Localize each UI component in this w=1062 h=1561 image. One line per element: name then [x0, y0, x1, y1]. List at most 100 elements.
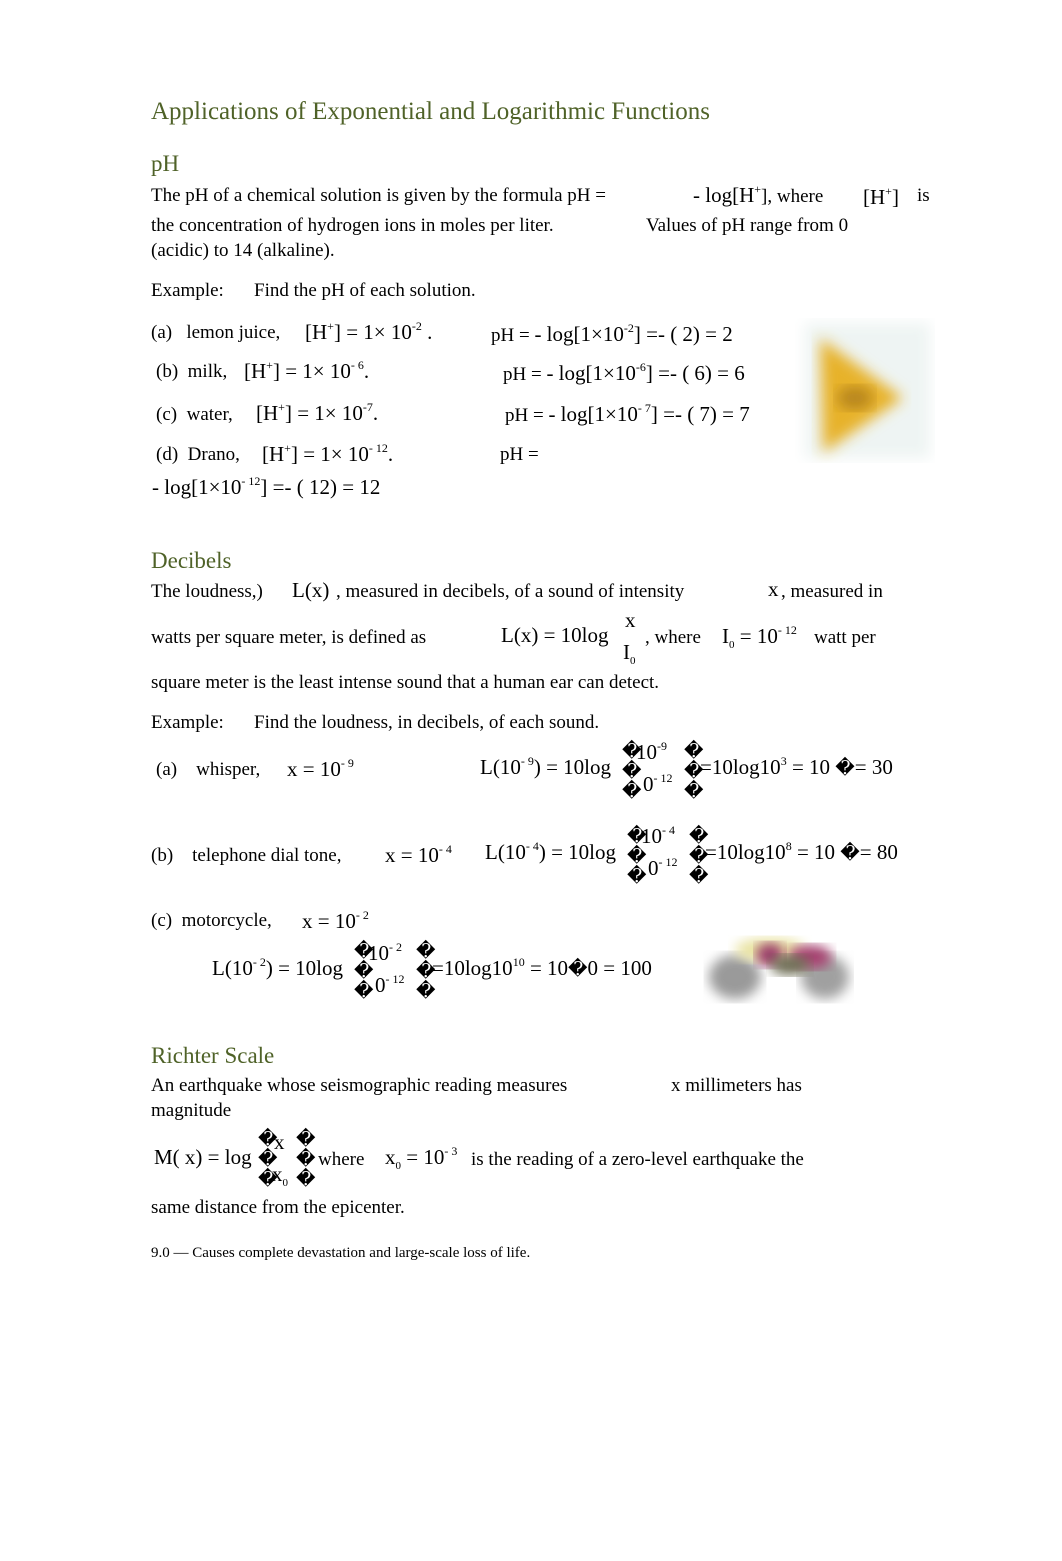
example-name: milk,	[187, 361, 228, 382]
h-sup: +	[885, 184, 892, 198]
x0: x	[385, 1145, 396, 1169]
richter-line1b: x millimeters has	[671, 1075, 802, 1096]
x-eq: x = 10	[287, 757, 341, 781]
motorcycle-image	[700, 915, 860, 1010]
decibels-where: , where	[645, 627, 701, 648]
conc: [H	[262, 442, 285, 466]
rest: 10log10	[716, 840, 786, 864]
rest2: = 10	[529, 956, 569, 980]
h-open: [H	[863, 185, 886, 209]
ph-label: pH =	[505, 405, 544, 426]
ph-example-b-conc: [H+] = 1× 10- 6.	[244, 358, 369, 384]
rest2: = 10	[791, 755, 831, 779]
conc-sup: +	[278, 400, 285, 414]
section-heading-decibels: Decibels	[151, 548, 232, 573]
calc-l: L(10	[485, 840, 526, 864]
x0-eq: = 10	[406, 1145, 445, 1169]
i0-exp: - 12	[777, 623, 797, 637]
richter-den: x0	[272, 1162, 288, 1189]
conc-exp: -7	[362, 400, 373, 414]
rest-exp: 3	[780, 754, 787, 768]
decibels-line1-x: x	[768, 577, 779, 601]
calc-l-exp: - 4	[525, 839, 539, 853]
calc-l: L(10	[480, 755, 521, 779]
x-exp: - 4	[438, 842, 452, 856]
ph-example-a: (a) lemon juice,	[151, 322, 280, 344]
db-example-c-x: x = 10- 2	[302, 908, 369, 934]
ph-intro-line2b: Values of pH range from 0	[646, 215, 849, 236]
richter-num: x	[274, 1130, 285, 1154]
num-exp: - 4	[662, 823, 675, 837]
db-b-den: 0- 12	[648, 855, 678, 881]
bracket-glyph-br: �	[296, 1169, 316, 1190]
times-glyph: �	[835, 758, 855, 779]
example-label: (c)	[151, 910, 173, 931]
bracket-glyph-bl: �	[627, 866, 647, 887]
ph-example-a-calc: pH = - log[1×10-2] =- ( 2) = 2	[491, 321, 733, 347]
ph-example-b-calc: pH = - log[1×10-6] =- ( 6) = 6	[503, 360, 745, 386]
example-name: Drano,	[187, 444, 240, 465]
decibels-line3: square meter is the least intense sound …	[151, 672, 660, 693]
example-name: motorcycle,	[181, 910, 272, 931]
richter-line3-rest: is the reading of a zero-level earthquak…	[471, 1149, 804, 1170]
conc-end: .	[387, 442, 394, 466]
ph-exp: - 7	[637, 401, 651, 415]
bracket-glyph-bl: �	[622, 781, 642, 802]
ph-example-label: Example:	[151, 280, 224, 301]
conc-exp: -2	[411, 319, 422, 333]
footnote: 9.0 — Causes complete devastation and la…	[151, 1245, 531, 1261]
db-a-num: 10-9	[636, 739, 667, 765]
ph-formula-close: ], where	[761, 186, 824, 207]
x-eq: x = 10	[302, 909, 356, 933]
db-a-den: 0- 12	[643, 771, 673, 797]
conc-end: .	[372, 401, 379, 425]
ph-formula: - log[H+], where	[693, 182, 824, 208]
num: 10	[636, 740, 657, 764]
db-example-b-x: x = 10- 4	[385, 842, 452, 868]
rest3: = 30	[854, 755, 893, 779]
ph-formula-sup: +	[754, 182, 762, 196]
ph-calc: - log[1×10	[152, 475, 242, 499]
rest3: 0 = 100	[587, 956, 652, 980]
decibels-i0: I0 = 10- 12	[722, 623, 797, 651]
decibels-line1b: , measured in decibels, of a sound of in…	[336, 581, 685, 602]
calc-l-close: ) = 10log	[538, 840, 616, 864]
motorcycle-icon	[709, 938, 849, 999]
db-example-c-calc: L(10- 2) = 10log	[212, 955, 343, 981]
db-example-b: (b) telephone dial tone,	[151, 845, 341, 867]
conc-eq: ] = 1× 10	[284, 401, 363, 425]
decibels-line1-fx: L(x)	[292, 578, 330, 602]
ph-rest: ] =- ( 7) = 7	[650, 402, 750, 426]
db-c-rest: =10log1010 = 10�0 = 100	[432, 955, 652, 980]
conc-exp: - 6	[350, 358, 364, 372]
db-example-a-x: x = 10- 9	[287, 756, 354, 782]
bracket-glyph-br: �	[684, 781, 704, 802]
lemon-icon	[805, 323, 930, 458]
section-heading-richter: Richter Scale	[151, 1043, 275, 1068]
calc-l-close: ) = 10log	[533, 755, 611, 779]
richter-x0: x0 = 10- 3	[385, 1144, 457, 1172]
rest3: = 80	[859, 840, 898, 864]
i0-eq: = 10	[739, 624, 778, 648]
x-exp: - 2	[355, 908, 369, 922]
conc-sup: +	[327, 319, 334, 333]
ph-example-d-conc: [H+] = 1× 10- 12.	[262, 441, 394, 467]
den: 0	[643, 772, 654, 796]
calc-l: L(10	[212, 956, 253, 980]
decibels-watt-per: watt per	[814, 627, 876, 648]
conc: [H	[244, 359, 267, 383]
db-b-rest: =10log108 = 10 �= 80	[705, 839, 898, 864]
rest-exp: 8	[785, 839, 792, 853]
ph-calc: - log[1×10	[548, 402, 638, 426]
rest: 10log10	[711, 755, 781, 779]
db-example-c: (c) motorcycle,	[151, 910, 272, 932]
db-b-num: 10- 4	[641, 823, 675, 849]
den: 0	[375, 973, 386, 997]
den-sub: 0	[630, 655, 636, 667]
conc-eq: ] = 1× 10	[272, 359, 351, 383]
db-a-rest: =10log103 = 10 �= 30	[700, 754, 893, 779]
example-label: (b)	[156, 361, 179, 382]
x-exp: - 9	[340, 756, 354, 770]
decibels-def-num: x	[625, 608, 636, 632]
example-name: whisper,	[196, 759, 261, 780]
